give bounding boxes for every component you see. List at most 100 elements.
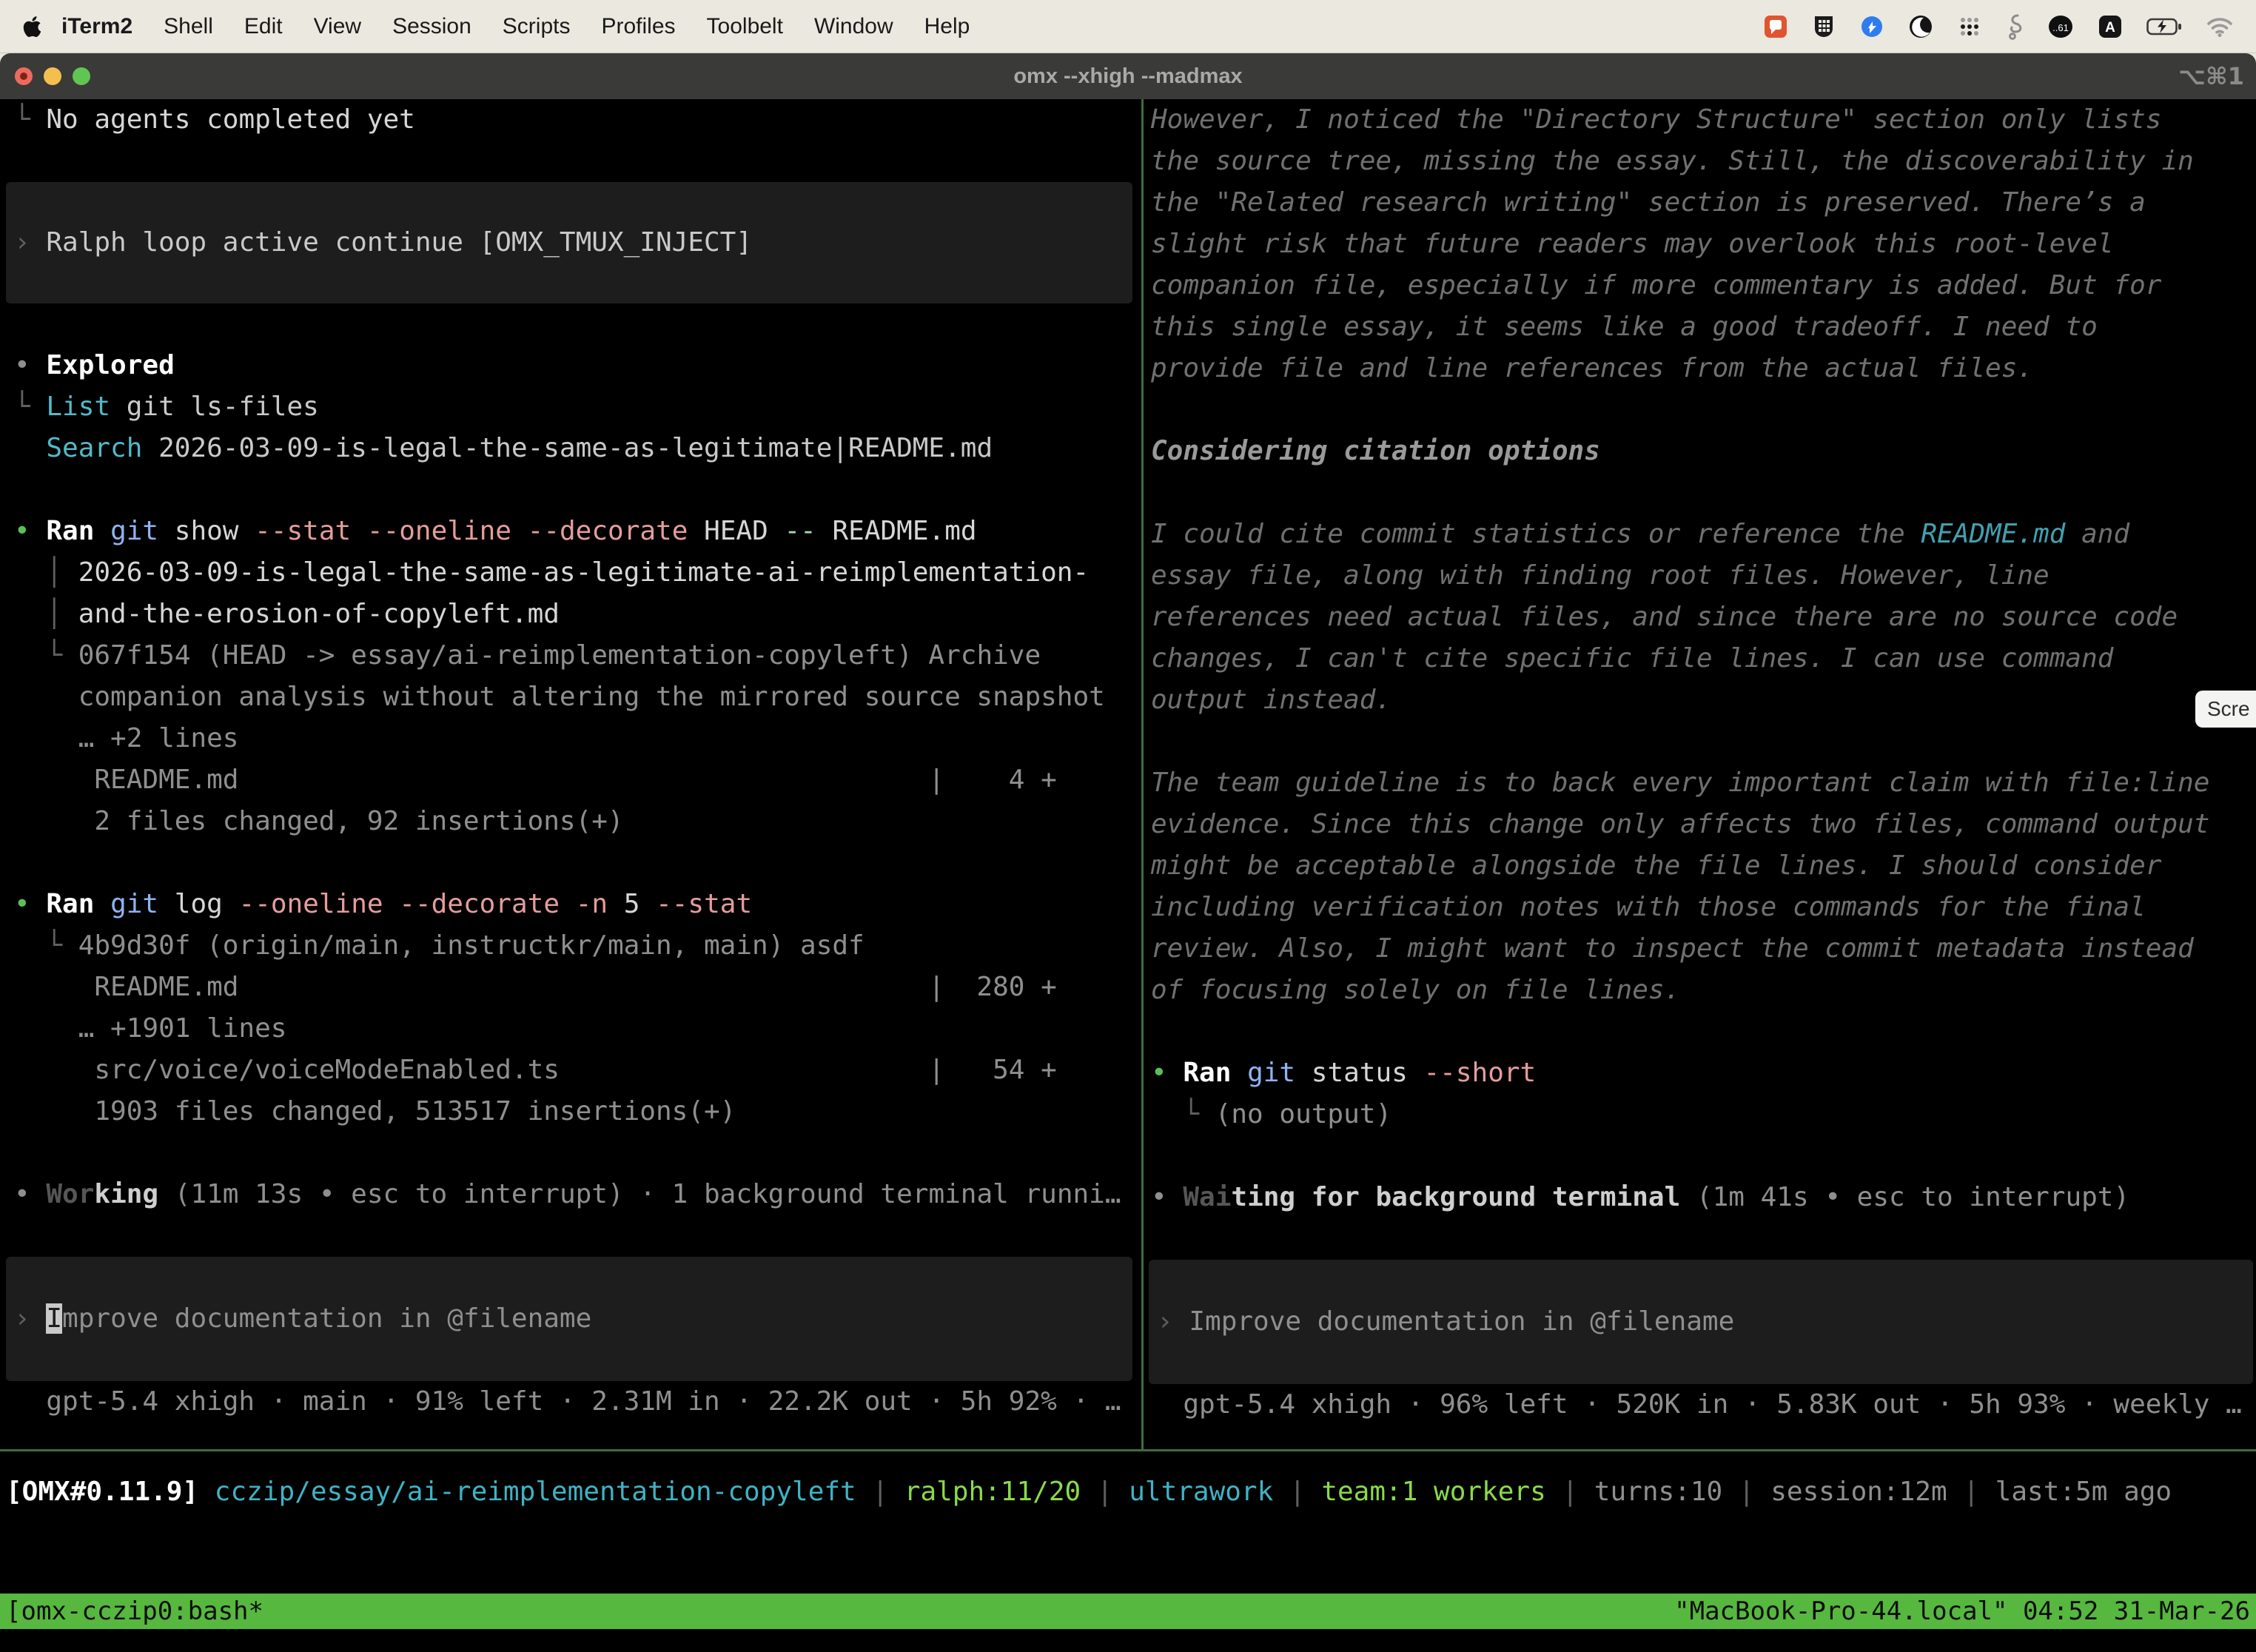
grid-shield-icon[interactable]	[1812, 14, 1836, 39]
screen-overlay-tooltip[interactable]: Scre	[2195, 691, 2256, 728]
terminal-line: │ and-the-erosion-of-copyleft.md	[0, 594, 1141, 635]
apple-menu-icon[interactable]	[22, 15, 42, 38]
terminal-text: (no output)	[1215, 1099, 1391, 1129]
squiggle-icon[interactable]	[2006, 13, 2024, 40]
menu-item-scripts[interactable]: Scripts	[503, 14, 571, 39]
terminal-text: might be acceptable alongside the file l…	[1151, 850, 2161, 881]
terminal-line	[0, 1132, 1141, 1174]
terminal-text: └	[14, 392, 46, 422]
dots-grid-icon[interactable]	[1957, 14, 1982, 39]
terminal-text: --	[784, 516, 816, 546]
terminal-text: |	[1546, 1477, 1594, 1507]
terminal-text: and-the-erosion-of-copyleft.md	[78, 599, 560, 629]
terminal-text: show	[158, 516, 255, 546]
terminal-text: •	[14, 889, 46, 919]
terminal-text: │	[14, 557, 78, 588]
model-status-line: gpt-5.4 xhigh · main · 91% left · 2.31M …	[0, 1381, 1141, 1423]
terminal-pane-right[interactable]: However, I noticed the "Directory Struct…	[1149, 99, 2256, 1426]
svg-text:A: A	[2105, 20, 2115, 36]
terminal-line: Search 2026-03-09-is-legal-the-same-as-l…	[0, 428, 1141, 469]
working-status-line: • Working (11m 13s • esc to interrupt) ·…	[0, 1174, 1141, 1215]
terminal-text: --stat	[255, 516, 351, 546]
terminal-line	[1149, 472, 2256, 514]
moon-circle-icon[interactable]	[1908, 14, 1933, 39]
wifi-icon[interactable]	[2206, 16, 2234, 38]
terminal-text	[94, 889, 110, 919]
prompt-input[interactable]: › Improve documentation in @filename	[1149, 1260, 2253, 1384]
terminal-line: review. Also, I might want to inspect th…	[1149, 928, 2256, 970]
menu-item-window[interactable]: Window	[814, 14, 893, 39]
terminal-text: README.md	[1921, 519, 2065, 549]
terminal-text: (11m 13s • esc to interrupt) · 1 backgro…	[158, 1179, 1121, 1209]
terminal-text: git	[110, 889, 158, 919]
terminal-line: └ List git ls-files	[0, 386, 1141, 428]
terminal-line: README.md | 280 +	[0, 967, 1141, 1008]
blue-badge-icon[interactable]	[1859, 14, 1884, 39]
menu-item-edit[interactable]: Edit	[244, 14, 283, 39]
tmux-status-bar: [omx-cczip0:bash* "MacBook-Pro-44.local"…	[0, 1594, 2256, 1629]
terminal-text: Search	[46, 433, 142, 463]
terminal-text: |	[1081, 1477, 1129, 1507]
terminal-text: evidence. Since this change only affects…	[1151, 809, 2209, 839]
terminal-text	[94, 516, 110, 546]
terminal-text: cczip/essay/ai-reimplementation-copyleft	[215, 1477, 856, 1507]
terminal-line	[1149, 389, 2256, 431]
keyboard-a-icon[interactable]: A	[2098, 14, 2123, 39]
terminal-text: Improve documentation in @filename	[1189, 1306, 1734, 1337]
terminal-text: ›	[14, 1303, 46, 1334]
terminal-line: src/voice/voiceModeEnabled.ts | 54 +	[0, 1050, 1141, 1091]
menu-item-view[interactable]: View	[314, 14, 361, 39]
menu-item-help[interactable]: Help	[924, 14, 970, 39]
chat-app-icon[interactable]	[1763, 14, 1788, 39]
prompt-input[interactable]: › Improve documentation in @filename	[6, 1257, 1132, 1381]
terminal-line: evidence. Since this change only affects…	[1149, 804, 2256, 845]
terminal-line: including verification notes with those …	[1149, 887, 2256, 928]
terminal-text: I could cite commit statistics or refere…	[1151, 519, 1921, 549]
thinking-heading: Considering citation options	[1149, 431, 2256, 472]
terminal-text: team:1 workers	[1321, 1477, 1545, 1507]
terminal-line: 2 files changed, 92 insertions(+)	[0, 801, 1141, 842]
terminal-text: changes, I can't cite specific file line…	[1151, 643, 2113, 674]
menu-item-profiles[interactable]: Profiles	[601, 14, 675, 39]
terminal-line: references need actual files, and since …	[1149, 597, 2256, 638]
terminal-pane-left[interactable]: └ No agents completed yet› Ralph loop ac…	[0, 99, 1141, 1423]
terminal-line	[0, 1215, 1141, 1257]
battery-charging-icon[interactable]	[2146, 17, 2182, 36]
terminal-line: of focusing solely on file lines.	[1149, 970, 2256, 1011]
menu-item-shell[interactable]: Shell	[164, 14, 213, 39]
terminal-text: -n	[576, 889, 608, 919]
terminal-line: the "Related research writing" section i…	[1149, 182, 2256, 224]
terminal-text: git ls-files	[110, 392, 319, 422]
menu-item-toolbelt[interactable]: Toolbelt	[707, 14, 783, 39]
terminal-line: companion file, especially if more comme…	[1149, 265, 2256, 306]
terminal-text: log	[158, 889, 238, 919]
terminal-text: status	[1295, 1058, 1423, 1088]
menu-item-iterm2[interactable]: iTerm2	[61, 14, 132, 39]
terminal-line: provide file and line references from th…	[1149, 348, 2256, 389]
status-icons: ..61 A	[1763, 13, 2234, 40]
terminal-text: I	[46, 1303, 62, 1334]
terminal-line: essay file, along with finding root file…	[1149, 555, 2256, 597]
terminal-text: │	[14, 599, 78, 629]
window-title: omx --xhigh --madmax	[0, 53, 2256, 99]
terminal-text: 4b9d30f (origin/main, instructkr/main, m…	[78, 930, 865, 961]
terminal-text: └	[14, 104, 46, 135]
ran-git-status-command: • Ran git status --short	[1149, 1052, 2256, 1094]
terminal-text: However, I noticed the "Directory Struct…	[1151, 104, 2161, 135]
terminal-text: git	[1247, 1058, 1295, 1088]
terminal-text: git	[110, 516, 158, 546]
menu-item-session[interactable]: Session	[392, 14, 471, 39]
terminal-line: │ 2026-03-09-is-legal-the-same-as-legiti…	[0, 552, 1141, 594]
terminal-line: the source tree, missing the essay. Stil…	[1149, 141, 2256, 182]
tmux-pane-divider-vertical[interactable]	[1141, 99, 1144, 1449]
terminal-line	[0, 303, 1141, 345]
terminal-text: •	[14, 1179, 46, 1209]
terminal-text: •	[14, 516, 46, 546]
terminal-line	[0, 469, 1141, 511]
terminal-text: [OMX#0.11.9]	[6, 1477, 198, 1507]
circle-61-icon[interactable]: ..61	[2047, 14, 2074, 39]
terminal-text: … +1901 lines	[14, 1013, 286, 1044]
terminal-text: └	[14, 640, 78, 671]
terminal-text: gpt-5.4 xhigh · 96% left · 520K in · 5.8…	[1151, 1389, 2242, 1420]
terminal-text	[560, 889, 576, 919]
